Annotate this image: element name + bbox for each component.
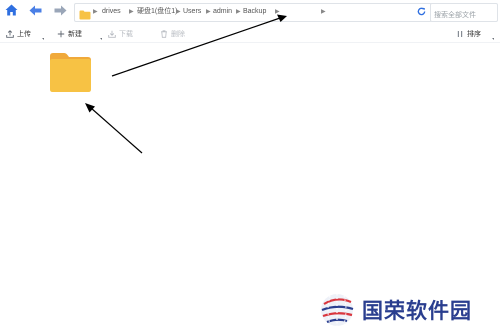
refresh-button[interactable]: [415, 6, 427, 18]
new-button[interactable]: 新建: [57, 28, 82, 39]
breadcrumb-backup[interactable]: Backup: [243, 7, 266, 17]
breadcrumb-separator: ▶: [236, 9, 241, 15]
watermark-text: 国荣软件园: [362, 299, 472, 323]
folder-icon: [79, 7, 91, 25]
search-box[interactable]: [430, 3, 498, 22]
breadcrumb-users[interactable]: Users: [183, 7, 201, 17]
dropdown-corner-icon: [100, 38, 102, 40]
delete-label: 删除: [171, 30, 185, 38]
watermark-logo: 国荣软件园: [302, 287, 500, 331]
breadcrumb-admin[interactable]: admin: [213, 7, 232, 17]
forward-button[interactable]: [51, 3, 69, 21]
breadcrumb-separator: ▶: [206, 9, 211, 15]
plus-icon: [57, 30, 65, 38]
address-bar[interactable]: ▶ drives ▶ 硬盘1(盘位1) ▶ Users ▶ admin ▶ Ba…: [74, 3, 432, 22]
breadcrumb-disk1[interactable]: 硬盘1(盘位1): [137, 7, 177, 17]
upload-icon: [6, 29, 14, 38]
sort-label: 排序: [467, 30, 481, 38]
new-label: 新建: [68, 30, 82, 38]
upload-label: 上传: [17, 30, 31, 38]
breadcrumb-separator: ▶: [129, 9, 134, 15]
trash-icon: [160, 29, 168, 38]
folder-icon: [49, 53, 92, 97]
annotation-arrows: [85, 14, 287, 154]
home-button[interactable]: [2, 3, 20, 21]
upload-button[interactable]: 上传: [6, 28, 31, 39]
download-icon: [108, 30, 116, 38]
sort-icon: [456, 30, 464, 38]
breadcrumb-separator: ▶: [176, 9, 181, 15]
back-button[interactable]: [26, 3, 44, 21]
toolbar: 上传 新建 下载 删除 排序: [0, 24, 500, 43]
folder-item[interactable]: [49, 51, 92, 93]
sort-button[interactable]: 排序: [456, 28, 481, 39]
delete-button[interactable]: 删除: [160, 28, 185, 39]
breadcrumb-separator: ▶: [93, 9, 98, 15]
download-button[interactable]: 下载: [108, 28, 133, 39]
breadcrumb-separator: ▶: [321, 9, 326, 15]
arrow-left-icon: [29, 3, 42, 21]
dropdown-corner-icon: [492, 38, 494, 40]
dropdown-corner-icon: [42, 38, 44, 40]
download-label: 下载: [119, 30, 133, 38]
navigation-bar: ▶ drives ▶ 硬盘1(盘位1) ▶ Users ▶ admin ▶ Ba…: [0, 0, 500, 25]
arrow-to-folder: [85, 103, 143, 154]
search-input[interactable]: [434, 9, 494, 22]
arrow-right-icon: [54, 3, 67, 21]
breadcrumb-separator: ▶: [275, 9, 280, 15]
breadcrumb-drives[interactable]: drives: [102, 7, 121, 17]
refresh-icon: [417, 3, 426, 21]
home-icon: [5, 3, 18, 21]
